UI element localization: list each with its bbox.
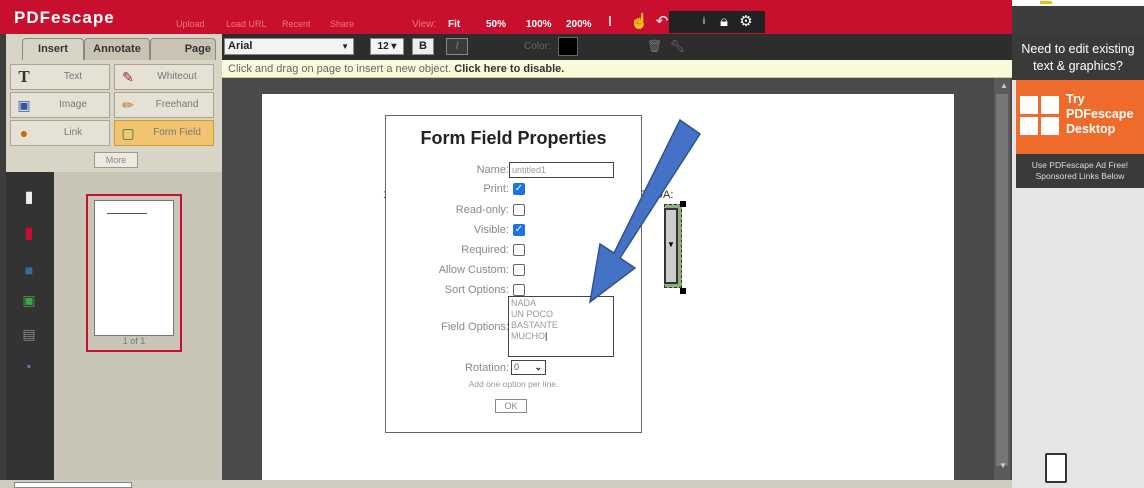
form-field-icon: ▢ [121,125,135,141]
tool-link[interactable]: ● Link [10,120,110,146]
tool-text[interactable]: T Text [10,64,110,90]
read-only-checkbox[interactable] [513,204,525,216]
bold-button[interactable]: B [412,38,434,55]
tool-whiteout[interactable]: ✎ Whiteout [114,64,214,90]
page-text: ZADA: [641,189,674,201]
dropdown-field[interactable]: ▼ [664,208,678,284]
windows-logo-icon [1020,96,1060,136]
allow-custom-checkbox[interactable] [513,264,525,276]
pencil-icon: ✏ [122,97,134,113]
required-checkbox[interactable] [513,244,525,256]
trash-icon[interactable]: 🗑︎ [647,39,662,53]
tab-page[interactable]: Page [150,38,216,60]
wrench-icon[interactable]: 🔧︎ [670,39,685,53]
bottom-bar [0,480,1012,488]
tool-image[interactable]: ▣ Image [10,92,110,118]
resize-handle[interactable] [680,201,686,207]
visible-checkbox[interactable]: ✓ [513,224,525,236]
scroll-down-icon[interactable]: ▼ [999,461,1007,470]
font-toolbar: Arial ▼ 12 ▾ B I Color: 🗑︎ 🔧︎ [222,34,1012,60]
view-label: View: [412,19,437,30]
nav-upload[interactable]: Upload [176,19,205,29]
zoom-50[interactable]: 50% [486,19,506,30]
sort-options-label: Sort Options: [444,284,509,296]
thumbnail-text [107,213,147,214]
print-checkbox[interactable]: ✓ [513,183,525,195]
text-icon: T [18,67,30,86]
page-thumbnails: 1 of 1 [54,172,222,480]
visible-label: Visible: [473,224,509,236]
page-tools-sidebar: ▮ ▮ ■ ▣ ▤ ▪ [6,172,54,480]
thumbnail-page-label: 1 of 1 [122,336,146,346]
document-icon[interactable]: ▮ [20,188,38,208]
zoom-200[interactable]: 200% [566,19,592,30]
text-cursor-icon[interactable]: I [602,13,618,31]
font-size-select[interactable]: 12 ▾ [370,38,404,55]
resize-handle[interactable] [680,288,686,294]
vertical-scrollbar[interactable] [994,78,1010,480]
tab-annotate[interactable]: Annotate [84,38,150,60]
undo-icon[interactable]: ↶ [654,13,670,31]
download-icon[interactable]: ▣ [20,290,38,310]
thumbnail-page [94,200,174,336]
rotation-select[interactable]: 0 ⌄ [511,360,546,375]
tab-insert[interactable]: Insert [22,38,84,60]
link-icon: ● [19,125,29,141]
whiteout-icon: ✎ [122,69,134,85]
scroll-up-icon[interactable]: ▲ [1000,81,1008,90]
ad-headline: Need to edit existing text & graphics? [1012,34,1144,80]
nav-share[interactable]: Share [330,19,354,29]
required-label: Required: [461,244,509,256]
more-button[interactable]: More [94,152,138,168]
allow-custom-label: Allow Custom: [438,264,509,276]
insert-tools-panel: Insert Annotate Page T Text ✎ Whiteout ▣… [6,34,222,172]
options-hint: Add one option per line. [468,379,559,389]
print-label: Print: [483,183,509,195]
print-icon[interactable]: ▤ [20,324,38,344]
nav-load-url[interactable]: Load URL [226,19,267,29]
insert-hint-bar: Click and drag on page to insert a new o… [222,60,1012,78]
color-label: Color: [524,41,551,52]
nav-recent[interactable]: Recent [282,19,311,29]
lock-icon[interactable]: 🔒︎ [716,13,732,31]
disable-hint-link[interactable]: Click here to disable. [454,63,564,75]
page-thumbnail[interactable]: 1 of 1 [86,194,182,352]
name-label: Name: [476,164,509,176]
zoom-100[interactable]: 100% [526,19,552,30]
gear-icon[interactable]: ⚙ [738,13,754,31]
image-icon: ▣ [17,97,31,113]
ad-sidebar: Need to edit existing text & graphics? T… [1012,34,1144,488]
italic-button[interactable]: I [446,38,468,55]
color-swatch[interactable] [558,37,578,56]
app-logo[interactable]: PDFescape [14,8,115,28]
top-menubar: PDFescape Upload Load URL Recent Share V… [0,0,1012,34]
promo-text: Try PDFescape Desktop [1066,92,1134,136]
sort-options-checkbox[interactable] [513,284,525,296]
ok-button[interactable]: OK [495,399,527,413]
bottom-tab[interactable] [14,482,132,488]
zoom-fit[interactable]: Fit [448,19,460,30]
dialog-title: Form Field Properties [420,128,607,148]
page-icon[interactable]: ▪ [20,356,38,376]
form-field-properties-dialog: Form Field Properties Name: untitled1 Pr… [385,115,642,433]
hand-icon[interactable]: ☝ [630,13,649,31]
font-family-select[interactable]: Arial ▼ [224,38,354,55]
field-options-textarea[interactable]: NADA UN POCO BASTANTE MUCHO| [508,296,614,357]
tool-freehand[interactable]: ✏ Freehand [114,92,214,118]
tool-form-field[interactable]: ▢ Form Field [114,120,214,146]
rotation-label: Rotation: [464,362,509,374]
save-icon[interactable]: ■ [20,260,38,280]
document-icon [1045,453,1067,483]
read-only-label: Read-only: [455,204,509,216]
field-options-label: Field Options: [441,321,509,333]
pdf-icon[interactable]: ▮ [20,224,38,244]
info-icon[interactable]: i [696,13,712,31]
pdfescape-window: PDFescape Upload Load URL Recent Share V… [0,0,1144,488]
scrollbar-thumb[interactable] [996,94,1008,466]
name-field[interactable]: untitled1 [509,162,614,178]
ad-free-text[interactable]: Use PDFescape Ad Free! Sponsored Links B… [1016,154,1144,188]
